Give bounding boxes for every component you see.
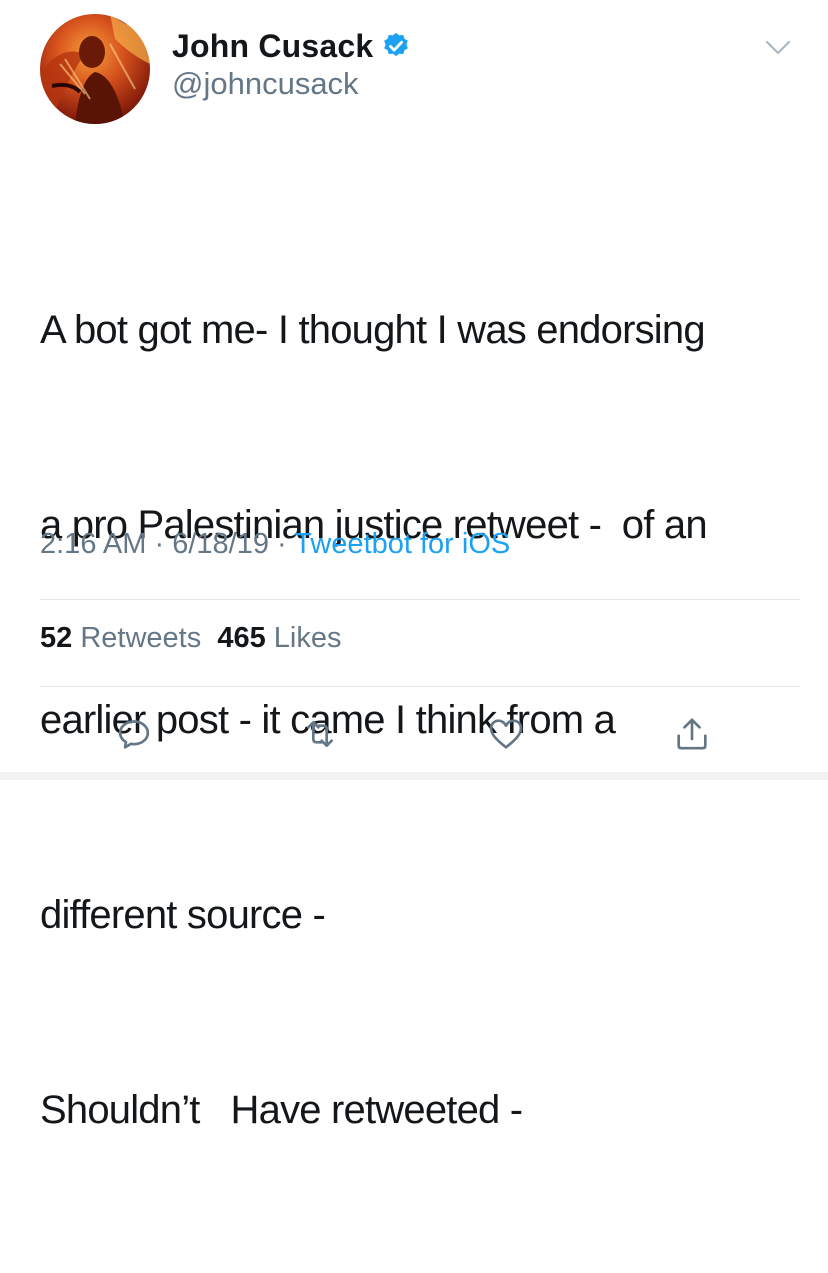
name-row: John Cusack [172, 26, 411, 66]
like-button[interactable] [484, 712, 528, 756]
tweet-date[interactable]: 6/18/19 [172, 528, 269, 560]
chevron-down-icon[interactable] [764, 38, 792, 58]
retweets-count: 52 [40, 622, 73, 654]
likes-label: Likes [273, 622, 342, 654]
action-bar [0, 712, 828, 760]
likes-count: 465 [217, 622, 266, 654]
avatar[interactable] [40, 14, 150, 124]
reply-icon [118, 720, 150, 749]
meta-separator: · [277, 528, 287, 560]
verified-badge-icon [381, 31, 411, 61]
tweet-line: Shouldn’t Have retweeted - [40, 1088, 523, 1132]
retweet-button[interactable] [298, 712, 342, 756]
share-icon [677, 718, 707, 750]
retweet-icon [307, 721, 333, 747]
reply-button[interactable] [112, 712, 156, 756]
tweet-line: A bot got me- I thought I was endorsing [40, 308, 706, 352]
tweet-stats: 52 Retweets 465 Likes [40, 622, 342, 655]
divider [40, 599, 800, 600]
meta-separator: · [154, 528, 165, 560]
tweet-card: John Cusack @johncusack A bot got me- I … [0, 0, 828, 1132]
likes-stat[interactable]: 465 Likes [217, 622, 341, 654]
tweet-line: different source - [40, 893, 326, 937]
retweets-label: Retweets [80, 622, 202, 654]
divider [40, 686, 800, 687]
share-button[interactable] [670, 712, 714, 756]
heart-icon [489, 719, 523, 749]
bottom-edge [0, 772, 828, 780]
tweet-time[interactable]: 2:16 AM [40, 528, 146, 560]
tweet-source-link[interactable]: Tweetbot for iOS [294, 528, 510, 560]
tweet-meta: 2:16 AM · 6/18/19 · Tweetbot for iOS [40, 528, 510, 561]
avatar-image [40, 14, 150, 124]
retweets-stat[interactable]: 52 Retweets [40, 622, 201, 654]
user-handle[interactable]: @johncusack [172, 66, 359, 102]
display-name[interactable]: John Cusack [172, 28, 373, 65]
